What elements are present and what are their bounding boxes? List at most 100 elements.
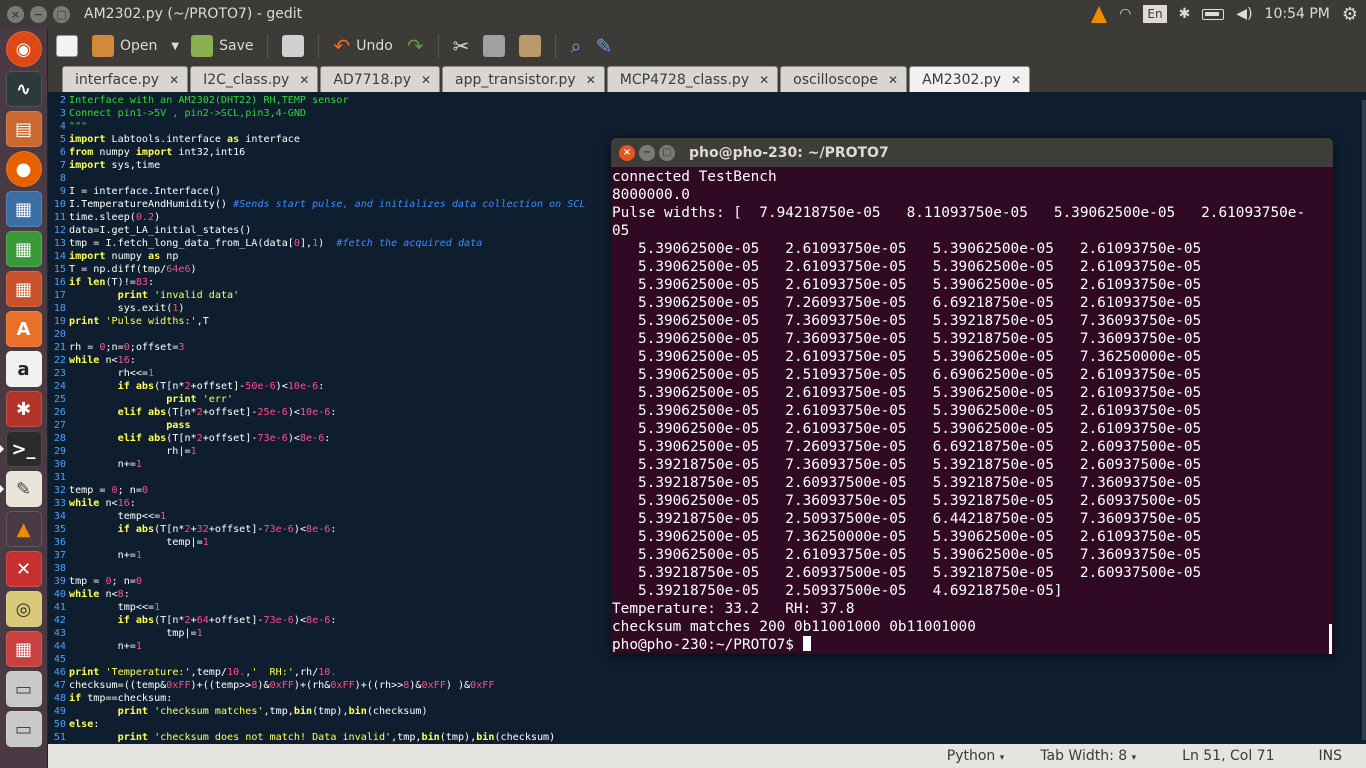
cut-button[interactable]: ✂ bbox=[453, 34, 470, 58]
code-line[interactable]: 27 pass bbox=[48, 419, 586, 432]
close-tab-icon[interactable]: ✕ bbox=[421, 73, 431, 87]
tab-i2c-class[interactable]: I2C_class.py ✕ bbox=[190, 66, 319, 92]
open-button[interactable]: Open bbox=[92, 35, 157, 57]
clock[interactable]: 10:54 PM bbox=[1265, 6, 1330, 22]
code-line[interactable]: 39 tmp = 0; n=0 bbox=[48, 575, 586, 588]
close-tab-icon[interactable]: ✕ bbox=[299, 73, 309, 87]
copy-button[interactable] bbox=[483, 35, 506, 57]
firefox-icon[interactable]: ● bbox=[5, 151, 42, 187]
terminal-output[interactable]: connected TestBench 8000000.0 Pulse widths… bbox=[611, 167, 1333, 654]
code-line[interactable]: 22 while n<16: bbox=[48, 354, 586, 367]
tab-oscilloscope[interactable]: oscilloscope ✕ bbox=[780, 66, 908, 92]
workspace-switcher-icon[interactable]: ▦ bbox=[5, 631, 42, 667]
editor-scrollbar[interactable] bbox=[1362, 100, 1366, 740]
code-line[interactable]: 12 data=I.get_LA_initial_states() bbox=[48, 224, 586, 237]
wifi-icon[interactable]: ◠ bbox=[1119, 6, 1131, 22]
save-button[interactable]: Save bbox=[191, 35, 253, 57]
code-line[interactable]: 8 bbox=[48, 172, 586, 185]
close-window-button[interactable]: × bbox=[7, 5, 24, 23]
code-line[interactable]: 35 if abs(T[n*2+32+offset]-73e-6)<8e-6: bbox=[48, 523, 586, 536]
code-line[interactable]: 30 n+=1 bbox=[48, 458, 586, 471]
close-tab-icon[interactable]: ✕ bbox=[1011, 73, 1021, 87]
vlc-icon[interactable]: ▲ bbox=[5, 511, 42, 547]
code-line[interactable]: 25 print 'err' bbox=[48, 393, 586, 406]
code-line[interactable]: 46 print 'Temperature:',temp/10.,' RH:',r… bbox=[48, 666, 586, 679]
app-x-icon[interactable]: ✕ bbox=[5, 551, 42, 587]
restore-window-button[interactable]: □ bbox=[53, 5, 70, 23]
gear-icon[interactable]: ⚙ bbox=[1342, 4, 1358, 25]
tab-mcp4728-class[interactable]: MCP4728_class.py ✕ bbox=[606, 66, 779, 92]
open-recent-dropdown[interactable]: ▼ bbox=[171, 41, 179, 52]
close-tab-icon[interactable]: ✕ bbox=[888, 73, 898, 87]
file-manager-icon[interactable]: ▤ bbox=[5, 111, 42, 147]
terminal-titlebar[interactable]: × − □ pho@pho-230: ~/PROTO7 bbox=[611, 138, 1333, 167]
tab-am2302[interactable]: AM2302.py ✕ bbox=[909, 66, 1031, 92]
code-line[interactable]: 43 tmp|=1 bbox=[48, 627, 586, 640]
app-y-icon[interactable]: ◎ bbox=[5, 591, 42, 627]
terminal-scrollbar[interactable] bbox=[1329, 624, 1332, 654]
code-line[interactable]: 29 rh|=1 bbox=[48, 445, 586, 458]
code-line[interactable]: 15 T = np.diff(tmp/64e6) bbox=[48, 263, 586, 276]
code-line[interactable]: 10 I.TemperatureAndHumidity() #Sends star… bbox=[48, 198, 586, 211]
paste-button[interactable] bbox=[519, 35, 542, 57]
code-line[interactable]: 24 if abs(T[n*2+offset]-50e-6)<10e-6: bbox=[48, 380, 586, 393]
code-line[interactable]: 9I = interface.Interface() bbox=[48, 185, 586, 198]
code-text[interactable]: 2 Interface with an AM2302(DHT22) RH,TEMP… bbox=[48, 94, 586, 744]
battery-icon[interactable] bbox=[1202, 8, 1225, 20]
code-line[interactable]: 7 import sys,time bbox=[48, 159, 586, 172]
terminal-close-button[interactable]: × bbox=[619, 144, 635, 161]
code-line[interactable]: 34 temp<<=1 bbox=[48, 510, 586, 523]
software-center-icon[interactable]: A bbox=[5, 311, 42, 347]
terminal-icon[interactable]: >_ bbox=[0, 431, 42, 467]
code-line[interactable]: 44 n+=1 bbox=[48, 640, 586, 653]
code-line[interactable]: 48 if tmp==checksum: bbox=[48, 692, 586, 705]
code-line[interactable]: 38 bbox=[48, 562, 586, 575]
code-line[interactable]: 32 temp = 0; n=0 bbox=[48, 484, 586, 497]
code-line[interactable]: 4 """ bbox=[48, 120, 586, 133]
code-line[interactable]: 13 tmp = I.fetch_long_data_from_LA(data[0… bbox=[48, 237, 586, 250]
code-line[interactable]: 50 else: bbox=[48, 718, 586, 731]
code-line[interactable]: 41 tmp<<=1 bbox=[48, 601, 586, 614]
code-line[interactable]: 51 print 'checksum does not match! Data … bbox=[48, 731, 586, 744]
code-line[interactable]: 31 bbox=[48, 471, 586, 484]
code-line[interactable]: 17 print 'invalid data' bbox=[48, 289, 586, 302]
bluetooth-icon[interactable]: ✱ bbox=[1179, 6, 1191, 22]
find-button[interactable]: ⌕ bbox=[570, 34, 581, 58]
code-line[interactable]: 37 n+=1 bbox=[48, 549, 586, 562]
code-line[interactable]: 47 checksum=((temp&0xFF)+((temp>>8)&0xFF)… bbox=[48, 679, 586, 692]
code-line[interactable]: 18 sys.exit(1) bbox=[48, 302, 586, 315]
code-line[interactable]: 28 elif abs(T[n*2+offset]-73e-6)<8e-6: bbox=[48, 432, 586, 445]
language-selector[interactable]: Python ▾ bbox=[929, 748, 1023, 764]
terminal-minimize-button[interactable]: − bbox=[639, 144, 655, 161]
text-editor-icon[interactable]: ✎ bbox=[0, 471, 42, 507]
redo-button[interactable]: ↷ bbox=[407, 34, 424, 58]
code-line[interactable]: 23 rh<<=1 bbox=[48, 367, 586, 380]
find-replace-button[interactable]: ✎ bbox=[596, 34, 613, 58]
volume-icon[interactable]: ◀) bbox=[1236, 6, 1252, 22]
trash-icon[interactable]: ▭ bbox=[5, 671, 42, 707]
minimize-window-button[interactable]: − bbox=[30, 5, 47, 23]
code-line[interactable]: 33 while n<16: bbox=[48, 497, 586, 510]
print-button[interactable] bbox=[282, 35, 305, 57]
keyboard-layout-indicator[interactable]: En bbox=[1143, 5, 1167, 23]
code-line[interactable]: 49 print 'checksum matches',tmp,bin(tmp)… bbox=[48, 705, 586, 718]
ubuntu-dash-icon[interactable]: ◉ bbox=[5, 31, 42, 67]
tab-interface[interactable]: interface.py ✕ bbox=[62, 66, 189, 92]
code-line[interactable]: 26 elif abs(T[n*2+offset]-25e-6)<10e-6: bbox=[48, 406, 586, 419]
code-line[interactable]: 16 if len(T)!=83: bbox=[48, 276, 586, 289]
code-line[interactable]: 2 Interface with an AM2302(DHT22) RH,TEMP… bbox=[48, 94, 586, 107]
code-line[interactable]: 20 bbox=[48, 328, 586, 341]
code-line[interactable]: 21 rh = 0;n=0;offset=3 bbox=[48, 341, 586, 354]
code-line[interactable]: 40 while n<8: bbox=[48, 588, 586, 601]
code-line[interactable]: 19 print 'Pulse widths:',T bbox=[48, 315, 586, 328]
terminal-window[interactable]: × − □ pho@pho-230: ~/PROTO7 connected Te… bbox=[611, 138, 1333, 654]
tab-ad7718[interactable]: AD7718.py ✕ bbox=[320, 66, 441, 92]
code-line[interactable]: 6 from numpy import int32,int16 bbox=[48, 146, 586, 159]
code-line[interactable]: 36 temp|=1 bbox=[48, 536, 586, 549]
code-line[interactable]: 11 time.sleep(0.2) bbox=[48, 211, 586, 224]
system-monitor-icon[interactable]: ∿ bbox=[5, 71, 42, 107]
calc-icon[interactable]: ▦ bbox=[5, 231, 42, 267]
undo-button[interactable]: ↶ Undo bbox=[333, 34, 392, 58]
code-line[interactable]: 42 if abs(T[n*2+64+offset]-73e-6)<8e-6: bbox=[48, 614, 586, 627]
amazon-icon[interactable]: a bbox=[5, 351, 42, 387]
